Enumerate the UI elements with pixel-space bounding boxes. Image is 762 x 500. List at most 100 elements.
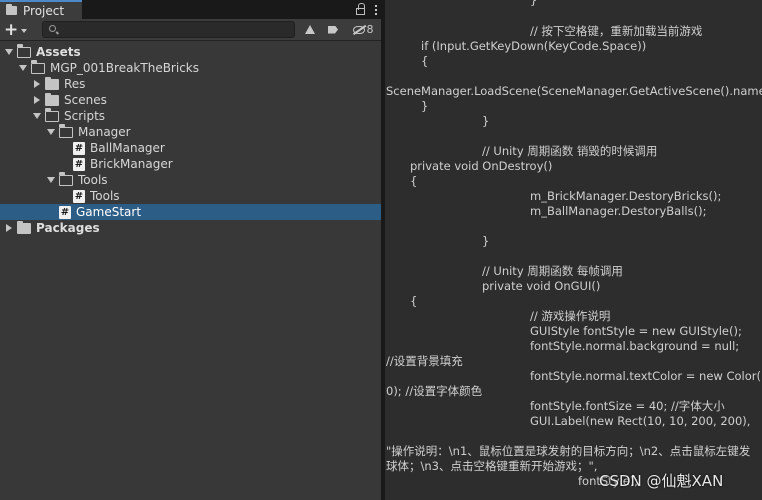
expand-toggle[interactable] [4, 44, 14, 60]
eye-hidden-icon [352, 25, 365, 34]
code-line: { [421, 54, 429, 68]
code-line: private void OnGUI() [482, 279, 601, 293]
tab-label: Project [23, 3, 65, 18]
code-line: { [410, 174, 418, 188]
tab-tools [356, 0, 377, 19]
tree-item-label: Assets [36, 45, 81, 59]
tree-item-label: GameStart [76, 205, 142, 219]
expand-toggle[interactable] [32, 92, 42, 108]
code-line: fontStyle.fontSize = 40; //字体大小 [530, 399, 725, 413]
chevron-right-icon [34, 96, 40, 104]
chevron-down-icon [19, 65, 27, 71]
search-icon [49, 25, 56, 32]
expand-toggle[interactable] [4, 220, 14, 236]
code-line: GUI.Label(new Rect(10, 10, 200, 200), [530, 414, 751, 428]
search-input[interactable] [61, 22, 291, 37]
project-toolbar: + 8 [0, 19, 381, 41]
code-line: SceneManager.LoadScene(SceneManager.GetA… [386, 84, 762, 98]
code-line: "操作说明：\n1、鼠标位置是球发射的目标方向；\n2、点击鼠标左键发 [386, 444, 751, 458]
tree-item-manager[interactable]: Manager [0, 124, 381, 140]
code-line: //设置背景填充 [386, 354, 463, 368]
chevron-right-icon [6, 224, 12, 232]
tree-item-label: BrickManager [90, 157, 173, 171]
filter-by-label-button[interactable] [323, 21, 343, 38]
tree-item-label: Scenes [64, 93, 107, 107]
expand-toggle[interactable] [32, 108, 42, 124]
tree-item-mgp-001[interactable]: MGP_001BreakTheBricks [0, 60, 381, 76]
csharp-script-icon: # [73, 189, 85, 203]
folder-icon [45, 76, 59, 90]
tab-project[interactable]: Project [0, 0, 82, 19]
code-line: // 游戏操作说明 [530, 309, 611, 323]
csharp-script-icon: # [73, 157, 85, 171]
tab-bar: Project [0, 0, 381, 19]
hidden-count: 8 [366, 23, 374, 36]
folder-open-icon [58, 172, 73, 186]
chevron-down-icon [21, 29, 28, 33]
folder-icon [45, 92, 59, 106]
folder-icon [17, 220, 31, 234]
expand-toggle[interactable] [46, 124, 56, 140]
code-line: } [530, 0, 538, 7]
watermark: CSDN @仙魁XAN [599, 472, 724, 490]
tree-item-res[interactable]: Res [0, 76, 381, 92]
code-line: if (Input.GetKeyDown(KeyCode.Space)) [421, 39, 647, 53]
chevron-down-icon [5, 49, 13, 55]
search-field[interactable] [42, 21, 295, 38]
code-line: // 按下空格键，重新加载当前游戏 [530, 24, 703, 38]
tree-item-gamestart[interactable]: # GameStart [0, 204, 381, 220]
code-line: } [482, 114, 490, 128]
tree-item-ballmanager[interactable]: # BallManager [0, 140, 381, 156]
code-line: m_BallManager.DestoryBalls(); [530, 204, 707, 218]
tree-item-label: BallManager [90, 141, 165, 155]
folder-open-icon [30, 60, 45, 74]
expand-toggle[interactable] [18, 60, 28, 76]
tree-item-tools-folder[interactable]: Tools [0, 172, 381, 188]
code-line: private void OnDestroy() [410, 159, 553, 173]
chevron-down-icon [33, 113, 41, 119]
tree-item-label: Tools [78, 173, 108, 187]
tree-item-tools-script[interactable]: # Tools [0, 188, 381, 204]
tree-item-scenes[interactable]: Scenes [0, 92, 381, 108]
csharp-script-icon: # [59, 205, 71, 219]
chevron-down-icon [47, 129, 55, 135]
kebab-menu-icon[interactable] [375, 4, 377, 15]
plus-icon: + [4, 20, 19, 40]
tree-item-brickmanager[interactable]: # BrickManager [0, 156, 381, 172]
label-icon [328, 25, 338, 34]
lock-icon[interactable] [356, 3, 365, 15]
tree-item-scripts[interactable]: Scripts [0, 108, 381, 124]
code-line: } [421, 99, 429, 113]
project-panel: Project + 8 Assets MGP_001BreakTheBricks… [0, 0, 381, 500]
expand-toggle[interactable] [46, 172, 56, 188]
code-line: { [410, 294, 418, 308]
chevron-right-icon [34, 80, 40, 88]
expand-toggle[interactable] [32, 76, 42, 92]
folder-open-icon [16, 44, 31, 58]
code-line: fontStyle.normal.textColor = new Color(1… [530, 369, 762, 383]
code-line: // Unity 周期函数 销毁的时候调用 [482, 144, 658, 158]
create-button[interactable]: + [4, 20, 28, 40]
code-line: // Unity 周期函数 每帧调用 [482, 264, 623, 278]
tree-item-label: MGP_001BreakTheBricks [50, 61, 199, 75]
csharp-script-icon: # [73, 141, 85, 155]
hidden-packages-button[interactable]: 8 [348, 21, 378, 38]
code-line: GUIStyle fontStyle = new GUIStyle(); [530, 324, 742, 338]
filter-by-type-button[interactable] [300, 21, 320, 38]
tree-item-packages[interactable]: Packages [0, 220, 381, 236]
code-line: } [482, 234, 490, 248]
code-line: fontStyle.normal.background = null; [530, 339, 740, 353]
tree-item-label: Manager [78, 125, 131, 139]
tree-item-assets[interactable]: Assets [0, 44, 381, 60]
code-line: m_BrickManager.DestoryBricks(); [530, 189, 722, 203]
tree-item-label: Tools [90, 189, 120, 203]
code-line: 0); //设置字体颜色 [386, 384, 483, 398]
tree-item-label: Scripts [64, 109, 106, 123]
tree-item-label: Packages [36, 221, 100, 235]
folder-icon [6, 4, 17, 15]
folder-open-icon [58, 124, 73, 138]
code-view: } // 按下空格键，重新加载当前游戏 if (Input.GetKeyDown… [385, 0, 762, 500]
tree-item-label: Res [64, 77, 86, 91]
chevron-down-icon [47, 177, 55, 183]
folder-open-icon [44, 108, 59, 122]
